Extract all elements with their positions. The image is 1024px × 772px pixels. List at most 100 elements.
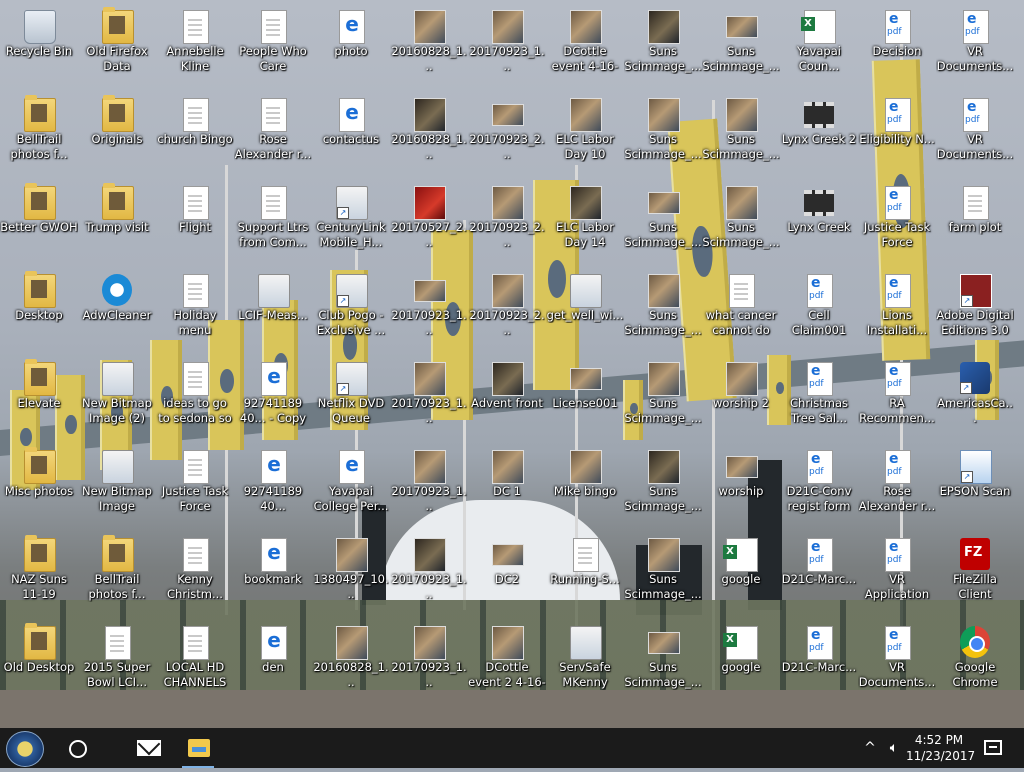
taskbar-file-explorer-button[interactable] bbox=[178, 733, 218, 768]
desktop-icon[interactable]: FileZilla Client bbox=[936, 530, 1014, 616]
desktop-icon[interactable]: 1380497_10... bbox=[312, 530, 390, 616]
action-center-icon[interactable] bbox=[980, 740, 1004, 755]
desktop-icon[interactable]: contactus bbox=[312, 90, 390, 176]
desktop-icon[interactable]: ↗ Netflix DVD Queue bbox=[312, 354, 390, 440]
desktop-icon[interactable]: 92741189 40... - Copy bbox=[234, 354, 312, 440]
desktop-icon[interactable]: BellTrail photos f... bbox=[78, 530, 156, 616]
show-hidden-icons-chevron-icon[interactable]: ^ bbox=[860, 728, 880, 768]
desktop-icon[interactable]: Flight bbox=[156, 178, 234, 264]
desktop-icon[interactable]: ↗ CenturyLink Mobile_H... bbox=[312, 178, 390, 264]
desktop-icon[interactable]: Yavapai Coun... bbox=[780, 2, 858, 88]
desktop-icon[interactable]: ↗ EPSON Scan bbox=[936, 442, 1014, 528]
desktop-icon[interactable]: Eligibility N... bbox=[858, 90, 936, 176]
desktop-icon[interactable]: 20170923_1... bbox=[390, 442, 468, 528]
desktop-icon[interactable]: photo bbox=[312, 2, 390, 88]
desktop-icon[interactable]: 20170923_2... bbox=[468, 90, 546, 176]
desktop-icon[interactable]: LOCAL HD CHANNELS bbox=[156, 618, 234, 704]
desktop-icon[interactable]: Christmas Tree Sal... bbox=[780, 354, 858, 440]
desktop-icon[interactable]: Cell Claim001 bbox=[780, 266, 858, 352]
desktop-icon[interactable]: Suns Scimmage_... bbox=[624, 178, 702, 264]
desktop-icon[interactable]: get_well_wi... bbox=[546, 266, 624, 352]
desktop-icon[interactable]: 20170923_2... bbox=[468, 178, 546, 264]
desktop-icon[interactable]: Suns Scimmage_... bbox=[624, 618, 702, 704]
volume-icon[interactable]: 🔈︎ bbox=[884, 728, 904, 768]
desktop-icon[interactable]: Google Chrome bbox=[936, 618, 1014, 704]
taskbar-mail-button[interactable] bbox=[129, 733, 169, 763]
desktop-icon[interactable]: ↗ Adobe Digital Editions 3.0 bbox=[936, 266, 1014, 352]
desktop-icon[interactable]: RA Recommen... bbox=[858, 354, 936, 440]
desktop-icon[interactable]: Lynx Creek 2 bbox=[780, 90, 858, 176]
desktop-icon[interactable]: 20170923_1... bbox=[390, 266, 468, 352]
desktop-icon[interactable]: Lions Installati... bbox=[858, 266, 936, 352]
desktop-icon[interactable]: DCottle event 2 4-16-16 bbox=[468, 618, 546, 704]
desktop-icon[interactable]: ELC Labor Day 14 bbox=[546, 178, 624, 264]
desktop-icon[interactable]: Justice Task Force bbox=[858, 178, 936, 264]
desktop-icon[interactable]: Suns Scimmage_... bbox=[702, 178, 780, 264]
desktop-icon[interactable]: Suns Scimmage_... bbox=[624, 2, 702, 88]
desktop-icon[interactable]: Elevate bbox=[0, 354, 78, 440]
desktop-icon[interactable]: Suns Scimmage_... bbox=[624, 442, 702, 528]
desktop-icon[interactable]: ELC Labor Day 10 bbox=[546, 90, 624, 176]
desktop-icon[interactable]: 20170527_2... bbox=[390, 178, 468, 264]
desktop-icon[interactable]: Desktop bbox=[0, 266, 78, 352]
desktop-icon[interactable]: 20170923_1... bbox=[390, 618, 468, 704]
desktop-icon[interactable]: Old Firefox Data bbox=[78, 2, 156, 88]
desktop-icon[interactable]: Decision bbox=[858, 2, 936, 88]
desktop-icon[interactable]: Support Ltrs from Com... bbox=[234, 178, 312, 264]
desktop-icon[interactable]: D21C-Marc... bbox=[780, 530, 858, 616]
desktop-icon[interactable]: DCottle event 4-16-16 bbox=[546, 2, 624, 88]
desktop-icon[interactable]: DC 1 bbox=[468, 442, 546, 528]
desktop-icon[interactable]: Better GWOH bbox=[0, 178, 78, 264]
desktop-icon[interactable]: google bbox=[702, 530, 780, 616]
desktop-icon[interactable]: 20170923_1... bbox=[468, 2, 546, 88]
desktop-icon[interactable]: People Who Care bbox=[234, 2, 312, 88]
desktop-icon[interactable]: Rose Alexander r... bbox=[234, 90, 312, 176]
desktop-icon[interactable]: church Bingo bbox=[156, 90, 234, 176]
desktop-icon[interactable]: Annebelle Kline bbox=[156, 2, 234, 88]
desktop-icon[interactable]: ↗ Club Pogo - Exclusive ... bbox=[312, 266, 390, 352]
desktop-icon[interactable]: Trump visit bbox=[78, 178, 156, 264]
desktop-icon[interactable]: Justice Task Force bbox=[156, 442, 234, 528]
desktop-icon[interactable]: Rose Alexander r... bbox=[858, 442, 936, 528]
desktop-icon[interactable]: Suns Scimmage_... bbox=[624, 90, 702, 176]
desktop-icon[interactable]: 20170923_2... bbox=[468, 266, 546, 352]
desktop-icon[interactable]: NAZ Suns 11-19 bbox=[0, 530, 78, 616]
desktop-icon[interactable]: Suns Scimmage_... bbox=[624, 266, 702, 352]
desktop-icon[interactable]: 20170923_1... bbox=[390, 354, 468, 440]
desktop-icon[interactable]: 92741189 40... bbox=[234, 442, 312, 528]
desktop-icon[interactable]: Suns Scimmage_... bbox=[624, 530, 702, 616]
desktop-icon[interactable]: google bbox=[702, 618, 780, 704]
desktop-icon[interactable]: License001 bbox=[546, 354, 624, 440]
desktop-icon[interactable]: Suns Scimmage_... bbox=[702, 2, 780, 88]
desktop-icon[interactable]: worship bbox=[702, 442, 780, 528]
desktop-icon[interactable]: D21C-Marc... bbox=[780, 618, 858, 704]
desktop-icon[interactable]: ServSafe MKenny bbox=[546, 618, 624, 704]
desktop-icon[interactable]: LCIF-Meas... bbox=[234, 266, 312, 352]
desktop-icon[interactable]: New Bitmap Image (2) bbox=[78, 354, 156, 440]
desktop-icon[interactable]: New Bitmap Image bbox=[78, 442, 156, 528]
desktop-icon[interactable]: 20160828_1... bbox=[390, 2, 468, 88]
desktop-icon[interactable]: worship 2 bbox=[702, 354, 780, 440]
desktop-icon[interactable]: farm plot bbox=[936, 178, 1014, 264]
desktop-icon[interactable]: DC2 bbox=[468, 530, 546, 616]
desktop-icon[interactable]: 20170923_1... bbox=[390, 530, 468, 616]
cortana-circle-icon[interactable] bbox=[69, 740, 87, 758]
desktop-icon[interactable]: Mike bingo bbox=[546, 442, 624, 528]
desktop-icon[interactable]: Kenny Christm... bbox=[156, 530, 234, 616]
desktop-icon[interactable]: bookmark bbox=[234, 530, 312, 616]
desktop-icon[interactable]: ideas to go to sedona so far bbox=[156, 354, 234, 440]
desktop-icon[interactable]: Suns Scimmage_... bbox=[702, 90, 780, 176]
desktop-icon[interactable]: what cancer cannot do bbox=[702, 266, 780, 352]
desktop-icon[interactable]: Advent front bbox=[468, 354, 546, 440]
desktop-icon[interactable]: 2015 Super Bowl LCI... bbox=[78, 618, 156, 704]
desktop-icon[interactable]: BellTrail photos f... bbox=[0, 90, 78, 176]
desktop-icon[interactable]: VR Application bbox=[858, 530, 936, 616]
desktop-icon[interactable]: VR Documents... bbox=[936, 90, 1014, 176]
desktop-icon[interactable]: VR Documents... bbox=[858, 618, 936, 704]
desktop-icon[interactable]: Running-S... bbox=[546, 530, 624, 616]
desktop-icon[interactable]: Lynx Creek bbox=[780, 178, 858, 264]
desktop-icon[interactable]: D21C-Conv regist form bbox=[780, 442, 858, 528]
desktop-icon[interactable]: Recycle Bin bbox=[0, 2, 78, 88]
system-clock[interactable]: 4:52 PM 11/23/2017 bbox=[906, 728, 975, 772]
desktop-icon[interactable]: AdwCleaner bbox=[78, 266, 156, 352]
